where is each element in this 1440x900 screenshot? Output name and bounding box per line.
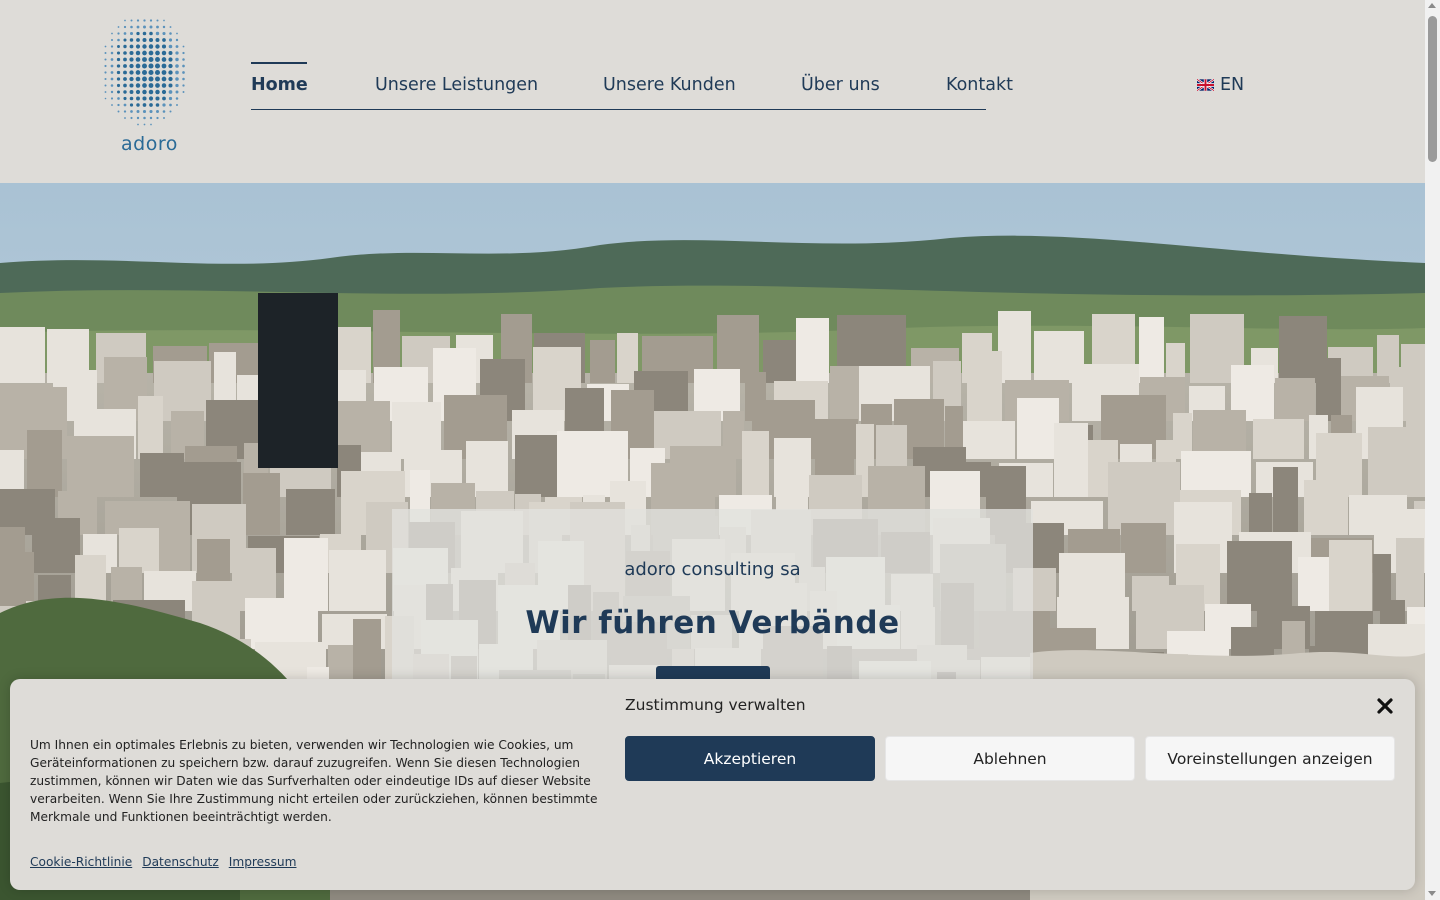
site-header: adoro Home Unsere Leistungen Unsere Kund… — [0, 0, 1425, 183]
page-scrollbar[interactable] — [1425, 0, 1440, 900]
cookie-policy-link[interactable]: Cookie-Richtlinie — [30, 855, 132, 869]
main-nav: Home Unsere Leistungen Unsere Kunden Übe… — [251, 62, 1013, 110]
cookie-links: Cookie-Richtlinie Datenschutz Impressum — [30, 855, 296, 869]
nav-item-leistungen[interactable]: Unsere Leistungen — [375, 75, 538, 95]
language-label: EN — [1220, 75, 1245, 95]
nav-item-kontakt[interactable]: Kontakt — [946, 75, 1013, 95]
nav-item-kunden[interactable]: Unsere Kunden — [603, 75, 736, 95]
scroll-down-icon[interactable] — [1428, 891, 1436, 896]
preferences-button[interactable]: Voreinstellungen anzeigen — [1145, 736, 1395, 781]
uk-flag-icon — [1197, 79, 1214, 91]
deny-button[interactable]: Ablehnen — [885, 736, 1135, 781]
logo-globe-icon — [104, 19, 185, 126]
accept-button[interactable]: Akzeptieren — [625, 736, 875, 781]
language-switcher[interactable]: EN — [1197, 75, 1244, 95]
privacy-link[interactable]: Datenschutz — [142, 855, 219, 869]
cookie-consent-banner: Zustimmung verwalten Um Ihnen ein optima… — [10, 679, 1415, 890]
scroll-up-icon[interactable] — [1428, 3, 1436, 8]
hero-title: Wir führen Verbände — [525, 605, 900, 641]
nav-item-ueber-uns[interactable]: Über uns — [801, 75, 880, 95]
nav-active-indicator — [251, 62, 307, 64]
nav-item-home[interactable]: Home — [251, 75, 308, 95]
cookie-title: Zustimmung verwalten — [625, 696, 806, 714]
hero-subtitle: adoro consulting sa — [624, 559, 801, 580]
imprint-link[interactable]: Impressum — [229, 855, 297, 869]
scroll-thumb[interactable] — [1428, 16, 1437, 162]
close-icon[interactable] — [1374, 695, 1396, 717]
cookie-text: Um Ihnen ein optimales Erlebnis zu biete… — [30, 738, 598, 824]
logo-text: adoro — [121, 133, 178, 155]
